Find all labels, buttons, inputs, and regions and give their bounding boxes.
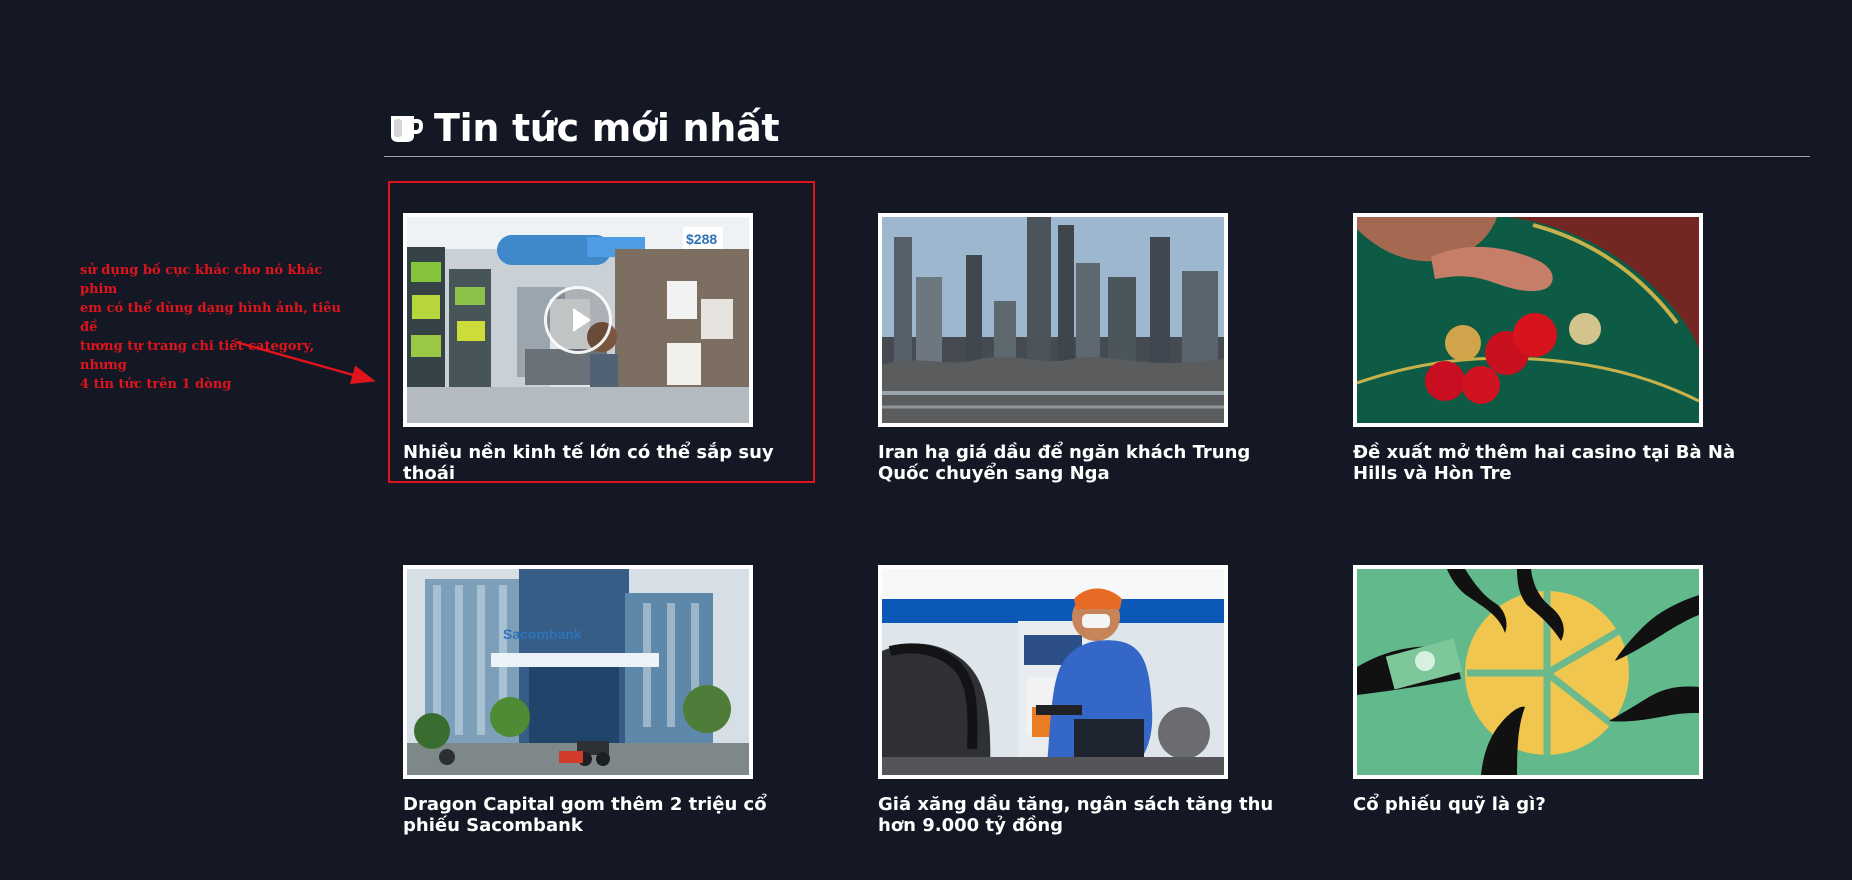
news-title[interactable]: Iran hạ giá dầu để ngăn khách Trung Quốc… <box>878 442 1290 484</box>
news-thumbnail[interactable]: Sacombank <box>403 565 753 779</box>
news-card[interactable]: Đề xuất mở thêm hai casino tại Bà Nà Hil… <box>1353 213 1765 484</box>
fuel-station-image <box>882 569 1224 775</box>
news-card[interactable]: Cổ phiếu quỹ là gì? <box>1353 565 1765 815</box>
news-title[interactable]: Giá xăng dầu tăng, ngân sách tăng thu hơ… <box>878 794 1290 836</box>
sacombank-building-image: Sacombank <box>407 569 749 775</box>
news-thumbnail[interactable] <box>1353 213 1703 427</box>
play-icon[interactable] <box>544 286 612 354</box>
news-thumbnail[interactable]: $288 <box>403 213 753 427</box>
latest-news-section: Tin tức mới nhất $288 Nhiều nền kinh tế … <box>384 100 1810 836</box>
news-title[interactable]: Dragon Capital gom thêm 2 triệu cổ phiếu… <box>403 794 815 836</box>
svg-text:Sacombank: Sacombank <box>503 626 582 642</box>
news-title[interactable]: Cổ phiếu quỹ là gì? <box>1353 794 1765 815</box>
svg-text:$288: $288 <box>686 231 717 247</box>
annotation-arrow <box>235 340 376 385</box>
coffee-mug-icon <box>384 107 426 149</box>
news-thumbnail[interactable] <box>878 213 1228 427</box>
news-card[interactable]: Iran hạ giá dầu để ngăn khách Trung Quốc… <box>878 213 1290 484</box>
news-thumbnail[interactable] <box>878 565 1228 779</box>
section-header: Tin tức mới nhất <box>384 100 1810 157</box>
news-card[interactable]: Sacombank Dragon Capital gom thêm 2 triệ… <box>403 565 815 836</box>
oil-refinery-image <box>882 217 1224 423</box>
news-title[interactable]: Nhiều nền kinh tế lớn có thể sắp suy tho… <box>403 442 815 484</box>
hands-pie-chart-image <box>1357 569 1699 775</box>
section-title: Tin tức mới nhất <box>434 105 780 150</box>
casino-chips-image <box>1357 217 1699 423</box>
news-grid: $288 Nhiều nền kinh tế lớn có thể sắp su… <box>384 180 1810 880</box>
news-title[interactable]: Đề xuất mở thêm hai casino tại Bà Nà Hil… <box>1353 442 1765 484</box>
news-card[interactable]: Giá xăng dầu tăng, ngân sách tăng thu hơ… <box>878 565 1290 836</box>
news-card[interactable]: $288 Nhiều nền kinh tế lớn có thể sắp su… <box>403 213 815 484</box>
news-thumbnail[interactable] <box>1353 565 1703 779</box>
